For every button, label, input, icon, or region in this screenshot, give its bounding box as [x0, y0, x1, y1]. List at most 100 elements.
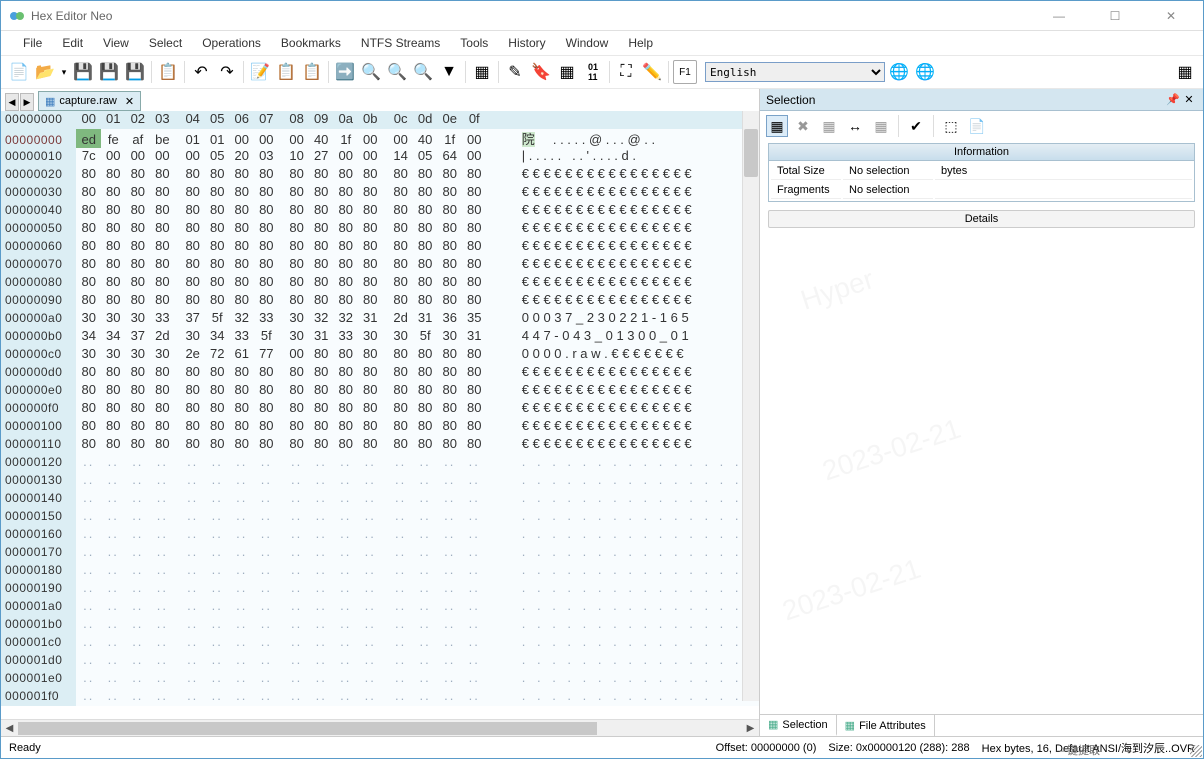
hex-row[interactable]: 000001a0................................… [1, 598, 759, 616]
undo-icon[interactable]: ↶ [189, 60, 213, 84]
file-tab[interactable]: ▦ capture.raw ✕ [38, 91, 141, 111]
bookmark-icon[interactable]: 🔖 [529, 60, 553, 84]
panel-title: Selection [766, 93, 815, 107]
hex-row[interactable]: 000000c0303030302e7261770080808080808080… [1, 346, 759, 364]
menu-help[interactable]: Help [618, 34, 663, 52]
vertical-scrollbar[interactable] [742, 111, 759, 701]
horizontal-scrollbar[interactable]: ◀▶ [1, 719, 759, 736]
print-icon[interactable]: 📋 [156, 60, 180, 84]
tab-next-button[interactable]: ▶ [20, 93, 34, 111]
hex-row[interactable]: 00000160................................… [1, 526, 759, 544]
tab-close-button[interactable]: ✕ [125, 95, 134, 108]
toolbar: 📄 📂 ▾ 💾 💾 💾 📋 ↶ ↷ 📝 📋 📋 ➡️ 🔍 🔍 🔍 ▼ ▦ ✎ 🔖… [1, 55, 1203, 89]
globe-add-icon[interactable]: 🌐 [887, 60, 911, 84]
panel-tab-file-attributes[interactable]: ▦File Attributes [837, 715, 935, 736]
sel-tool-pattern-icon[interactable]: ▦ [818, 115, 840, 137]
language-select[interactable]: English [705, 62, 885, 82]
hex-row[interactable]: 0000007080808080808080808080808080808080… [1, 256, 759, 274]
save-icon[interactable]: 💾 [71, 60, 95, 84]
columns-icon[interactable]: ▦ [470, 60, 494, 84]
tab-prev-button[interactable]: ◀ [5, 93, 19, 111]
hex-row[interactable]: 0000011080808080808080808080808080808080… [1, 436, 759, 454]
binary-icon[interactable]: 0111 [581, 60, 605, 84]
panel-close-button[interactable]: ✕ [1181, 93, 1197, 106]
sel-tool-check-icon[interactable]: ✔ [905, 115, 927, 137]
resize-grip[interactable] [1190, 745, 1202, 757]
search-next-icon[interactable]: 🔍 [385, 60, 409, 84]
menu-window[interactable]: Window [556, 34, 619, 52]
menu-operations[interactable]: Operations [192, 34, 271, 52]
filter-icon[interactable]: ▼ [437, 60, 461, 84]
hex-row[interactable]: 0000004080808080808080808080808080808080… [1, 202, 759, 220]
save-all-icon[interactable]: 💾 [123, 60, 147, 84]
hex-row[interactable]: 00000000edfeafbe0101000000401f0000401f00… [1, 129, 759, 148]
cut-icon[interactable]: 📝 [248, 60, 272, 84]
info-row: Total SizeNo selectionbytes [771, 163, 1192, 180]
maximize-button[interactable]: ☐ [1095, 4, 1135, 28]
new-file-icon[interactable]: 📄 [7, 60, 31, 84]
sel-tool-range-icon[interactable]: ↔ [844, 115, 866, 137]
hex-row[interactable]: 000000d080808080808080808080808080808080… [1, 364, 759, 382]
hex-row[interactable]: 000001b0................................… [1, 616, 759, 634]
search-icon[interactable]: 🔍 [359, 60, 383, 84]
hex-row[interactable]: 00000120................................… [1, 454, 759, 472]
hex-row[interactable]: 0000008080808080808080808080808080808080… [1, 274, 759, 292]
open-file-icon[interactable]: 📂 [33, 60, 57, 84]
hex-row[interactable]: 0000009080808080808080808080808080808080… [1, 292, 759, 310]
menu-tools[interactable]: Tools [450, 34, 498, 52]
menu-bookmarks[interactable]: Bookmarks [271, 34, 351, 52]
hex-row[interactable]: 00000190................................… [1, 580, 759, 598]
close-button[interactable]: ✕ [1151, 4, 1191, 28]
save-as-icon[interactable]: 💾 [97, 60, 121, 84]
paste-icon[interactable]: 📋 [300, 60, 324, 84]
hex-row[interactable]: 000001f0................................… [1, 688, 759, 706]
hex-row[interactable]: 000000b03434372d3034335f30313330305f3031… [1, 328, 759, 346]
search-prev-icon[interactable]: 🔍 [411, 60, 435, 84]
minimize-button[interactable]: — [1039, 4, 1079, 28]
hex-row[interactable]: 0000005080808080808080808080808080808080… [1, 220, 759, 238]
hex-row[interactable]: 000000107c000000000520031027000014056400… [1, 148, 759, 166]
menu-edit[interactable]: Edit [52, 34, 93, 52]
hex-row[interactable]: 000000a030303033375f3233303232312d313635… [1, 310, 759, 328]
open-dropdown-icon[interactable]: ▾ [59, 60, 69, 84]
hex-row[interactable]: 0000002080808080808080808080808080808080… [1, 166, 759, 184]
hex-grid[interactable]: 00000000000102030405060708090a0b0c0d0e0f… [1, 111, 759, 736]
hex-row[interactable]: 000000e080808080808080808080808080808080… [1, 382, 759, 400]
globe-icon[interactable]: 🌐 [913, 60, 937, 84]
details-box[interactable]: Details [768, 210, 1195, 228]
find-icon[interactable]: ➡️ [333, 60, 357, 84]
hex-row[interactable]: 00000170................................… [1, 544, 759, 562]
sel-tool-clear-icon[interactable]: ✖ [792, 115, 814, 137]
menu-select[interactable]: Select [139, 34, 192, 52]
menu-history[interactable]: History [498, 34, 555, 52]
expand-icon[interactable]: ⛶ [614, 60, 638, 84]
hex-row[interactable]: 00000150................................… [1, 508, 759, 526]
hex-row[interactable]: 0000006080808080808080808080808080808080… [1, 238, 759, 256]
menu-ntfs-streams[interactable]: NTFS Streams [351, 34, 450, 52]
pin-button[interactable]: 📌 [1165, 93, 1181, 106]
menu-file[interactable]: File [13, 34, 52, 52]
copy-icon[interactable]: 📋 [274, 60, 298, 84]
marker-icon[interactable]: ✏️ [640, 60, 664, 84]
hex-row[interactable]: 0000010080808080808080808080808080808080… [1, 418, 759, 436]
sel-tool-misc-icon[interactable]: ▦ [870, 115, 892, 137]
sel-tool-grid-icon[interactable]: ▦ [766, 115, 788, 137]
selection-panel: Selection 📌 ✕ ▦ ✖ ▦ ↔ ▦ ✔ ⬚ 📄 Informatio… [760, 89, 1203, 736]
struct-icon[interactable]: ▦ [555, 60, 579, 84]
layout-icon[interactable]: ▦ [1173, 60, 1197, 84]
hex-row[interactable]: 00000140................................… [1, 490, 759, 508]
hex-row[interactable]: 000000f080808080808080808080808080808080… [1, 400, 759, 418]
help-icon[interactable]: F1 [673, 60, 697, 84]
hex-row[interactable]: 00000180................................… [1, 562, 759, 580]
hex-row[interactable]: 000001c0................................… [1, 634, 759, 652]
sel-tool-export-icon[interactable]: ⬚ [940, 115, 962, 137]
panel-tab-selection[interactable]: ▦Selection [760, 715, 837, 736]
hex-row[interactable]: 0000003080808080808080808080808080808080… [1, 184, 759, 202]
hex-row[interactable]: 000001d0................................… [1, 652, 759, 670]
hex-row[interactable]: 000001e0................................… [1, 670, 759, 688]
sel-tool-doc-icon[interactable]: 📄 [966, 115, 988, 137]
menu-view[interactable]: View [93, 34, 139, 52]
hex-row[interactable]: 00000130................................… [1, 472, 759, 490]
redo-icon[interactable]: ↷ [215, 60, 239, 84]
highlight-icon[interactable]: ✎ [503, 60, 527, 84]
